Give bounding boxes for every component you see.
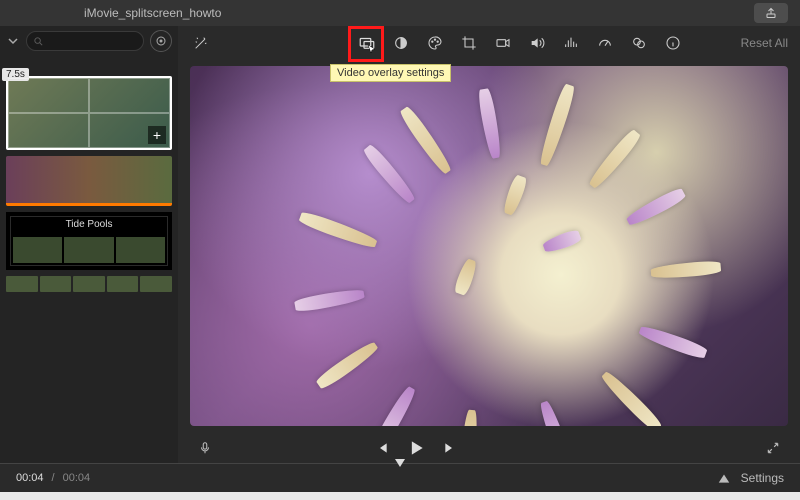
palette-icon: [427, 35, 443, 51]
play-button[interactable]: [406, 438, 426, 458]
video-overlay-button[interactable]: [356, 32, 378, 54]
timeline-bar: 00:04 / 00:04 Settings: [0, 464, 800, 492]
viewer-controls: [178, 432, 800, 464]
clip-thumbnail-selected[interactable]: 7.5s +: [6, 76, 172, 150]
chevron-down-icon: [8, 36, 18, 46]
search-input[interactable]: [26, 31, 144, 51]
reset-all-button[interactable]: Reset All: [741, 36, 788, 50]
prev-frame-button[interactable]: [374, 440, 390, 456]
viewer-pane: Reset All Video overlay settings: [178, 26, 800, 464]
preview-content: [190, 66, 788, 426]
playhead-marker-icon: [394, 458, 406, 468]
equalizer-icon: [563, 35, 579, 51]
share-icon: [765, 7, 777, 19]
clip-thumbnail[interactable]: [6, 156, 172, 206]
skip-back-icon: [374, 440, 390, 456]
title-template-thumbnail[interactable]: Tide Pools: [6, 212, 172, 270]
voiceover-button[interactable]: [194, 437, 216, 459]
library-dropdown[interactable]: [6, 34, 20, 48]
zoom-to-fit-icon[interactable]: [717, 471, 731, 485]
settings-button[interactable]: Settings: [741, 471, 784, 485]
time-separator: /: [52, 472, 55, 484]
adjustments-toolbar: Reset All Video overlay settings: [178, 26, 800, 60]
imovie-window: iMovie_splitscreen_howto 7.5: [0, 0, 800, 492]
add-to-timeline-button[interactable]: +: [148, 126, 166, 144]
speed-button[interactable]: [594, 32, 616, 54]
wand-icon: [193, 35, 209, 51]
preview-viewer[interactable]: [190, 66, 788, 426]
cursor-icon: [366, 44, 378, 56]
skip-forward-icon: [442, 440, 458, 456]
volume-icon: [529, 35, 545, 51]
tooltip: Video overlay settings: [330, 64, 451, 82]
stabilization-button[interactable]: [492, 32, 514, 54]
auto-enhance-button[interactable]: [190, 32, 212, 54]
play-icon: [406, 438, 426, 458]
circles-icon: [631, 35, 647, 51]
workspace: 7.5s + Tide Pools: [0, 26, 800, 464]
clip-filter-button[interactable]: [628, 32, 650, 54]
titlebar: iMovie_splitscreen_howto: [0, 0, 800, 26]
contrast-icon: [393, 35, 409, 51]
noise-reduction-button[interactable]: [560, 32, 582, 54]
playhead[interactable]: [394, 458, 406, 468]
camera-icon: [495, 35, 511, 51]
title-template-label: Tide Pools: [66, 219, 113, 230]
media-browser: 7.5s + Tide Pools: [0, 56, 178, 464]
sidebar-top-row: [0, 26, 178, 56]
time-total: 00:04: [63, 472, 91, 484]
volume-button[interactable]: [526, 32, 548, 54]
speedometer-icon: [597, 35, 613, 51]
info-icon: [665, 35, 681, 51]
media-sidebar: 7.5s + Tide Pools: [0, 26, 178, 464]
color-balance-button[interactable]: [390, 32, 412, 54]
clip-thumbnail[interactable]: [6, 276, 172, 292]
color-correction-button[interactable]: [424, 32, 446, 54]
target-icon: [155, 35, 167, 47]
share-button[interactable]: [754, 3, 788, 23]
project-title: iMovie_splitscreen_howto: [84, 6, 221, 20]
crop-button[interactable]: [458, 32, 480, 54]
clip-info-button[interactable]: [662, 32, 684, 54]
time-current: 00:04: [16, 472, 44, 484]
fullscreen-button[interactable]: [762, 437, 784, 459]
search-icon: [33, 36, 44, 47]
expand-icon: [766, 441, 780, 455]
crop-icon: [461, 35, 477, 51]
content-filter-button[interactable]: [150, 30, 172, 52]
microphone-icon: [198, 441, 212, 455]
next-frame-button[interactable]: [442, 440, 458, 456]
